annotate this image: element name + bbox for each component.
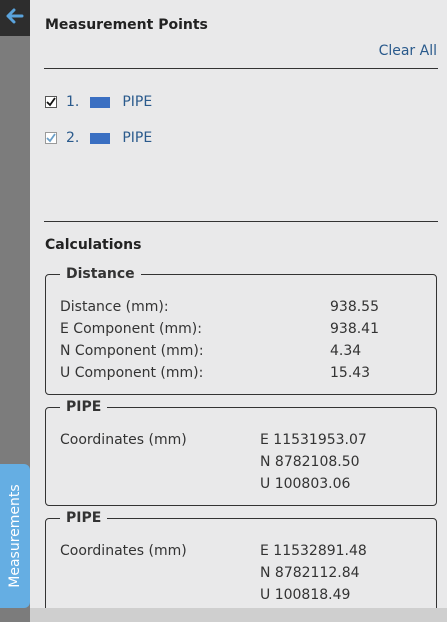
- measurement-panel: Measurement Points Clear All 1. PIPE 2. …: [30, 0, 447, 622]
- clear-all-link[interactable]: Clear All: [379, 43, 437, 59]
- arrow-left-icon: [6, 8, 24, 28]
- point-index: 1.: [66, 94, 80, 110]
- point-name[interactable]: PIPE: [122, 130, 152, 146]
- row-value: 938.55: [330, 299, 379, 315]
- measurement-point-1[interactable]: 1. PIPE: [45, 94, 152, 110]
- coordinate-u: U 100818.49: [260, 587, 351, 603]
- point-2-fieldset: PIPE Coordinates (mm) E 11532891.48 N 87…: [45, 509, 437, 617]
- panel-title: Measurement Points: [45, 17, 208, 33]
- distance-fieldset: Distance Distance (mm): 938.55 E Compone…: [45, 265, 437, 395]
- divider-calculations: [44, 221, 438, 222]
- row-label: U Component (mm):: [60, 365, 204, 381]
- checkmark-icon: [46, 97, 56, 107]
- n-component-row: N Component (mm): 4.34: [60, 340, 426, 362]
- back-button[interactable]: [0, 0, 30, 36]
- coordinate-e: E 11531953.07: [260, 432, 367, 448]
- row-value: 938.41: [330, 321, 379, 337]
- coordinate-e: E 11532891.48: [260, 543, 367, 559]
- row-value: 15.43: [330, 365, 371, 381]
- point-index: 2.: [66, 130, 80, 146]
- point-legend: PIPE: [60, 398, 108, 416]
- measurement-point-2[interactable]: 2. PIPE: [45, 130, 152, 146]
- e-component-row: E Component (mm): 938.41: [60, 318, 426, 340]
- coordinate-u: U 100803.06: [260, 476, 351, 492]
- row-label: E Component (mm):: [60, 321, 202, 337]
- color-swatch: [90, 96, 111, 108]
- checkmark-icon: [46, 133, 56, 143]
- u-component-row: U Component (mm): 15.43: [60, 362, 426, 384]
- row-value: 4.34: [330, 343, 362, 359]
- measurements-tab[interactable]: Measurements: [0, 464, 30, 608]
- distance-row: Distance (mm): 938.55: [60, 296, 426, 318]
- panel-scroll-edge: [30, 608, 447, 622]
- color-swatch: [90, 132, 111, 144]
- row-label: Distance (mm):: [60, 299, 169, 315]
- coordinates-values: E 11532891.48 N 8782112.84 U 100818.49: [260, 540, 367, 606]
- coordinate-n: N 8782112.84: [260, 565, 360, 581]
- coordinate-n: N 8782108.50: [260, 454, 360, 470]
- point-1-fieldset: PIPE Coordinates (mm) E 11531953.07 N 87…: [45, 398, 437, 506]
- checkbox-point-2[interactable]: [45, 132, 57, 144]
- point-legend: PIPE: [60, 509, 108, 527]
- measurements-tab-label: Measurements: [7, 484, 23, 588]
- row-label: N Component (mm):: [60, 343, 204, 359]
- coordinates-label: Coordinates (mm): [60, 543, 187, 559]
- coordinates-values: E 11531953.07 N 8782108.50 U 100803.06: [260, 429, 367, 495]
- distance-legend: Distance: [60, 265, 141, 283]
- point-name[interactable]: PIPE: [122, 94, 152, 110]
- divider-top: [44, 68, 438, 69]
- calculations-title: Calculations: [45, 237, 142, 253]
- coordinates-label: Coordinates (mm): [60, 432, 187, 448]
- checkbox-point-1[interactable]: [45, 96, 57, 108]
